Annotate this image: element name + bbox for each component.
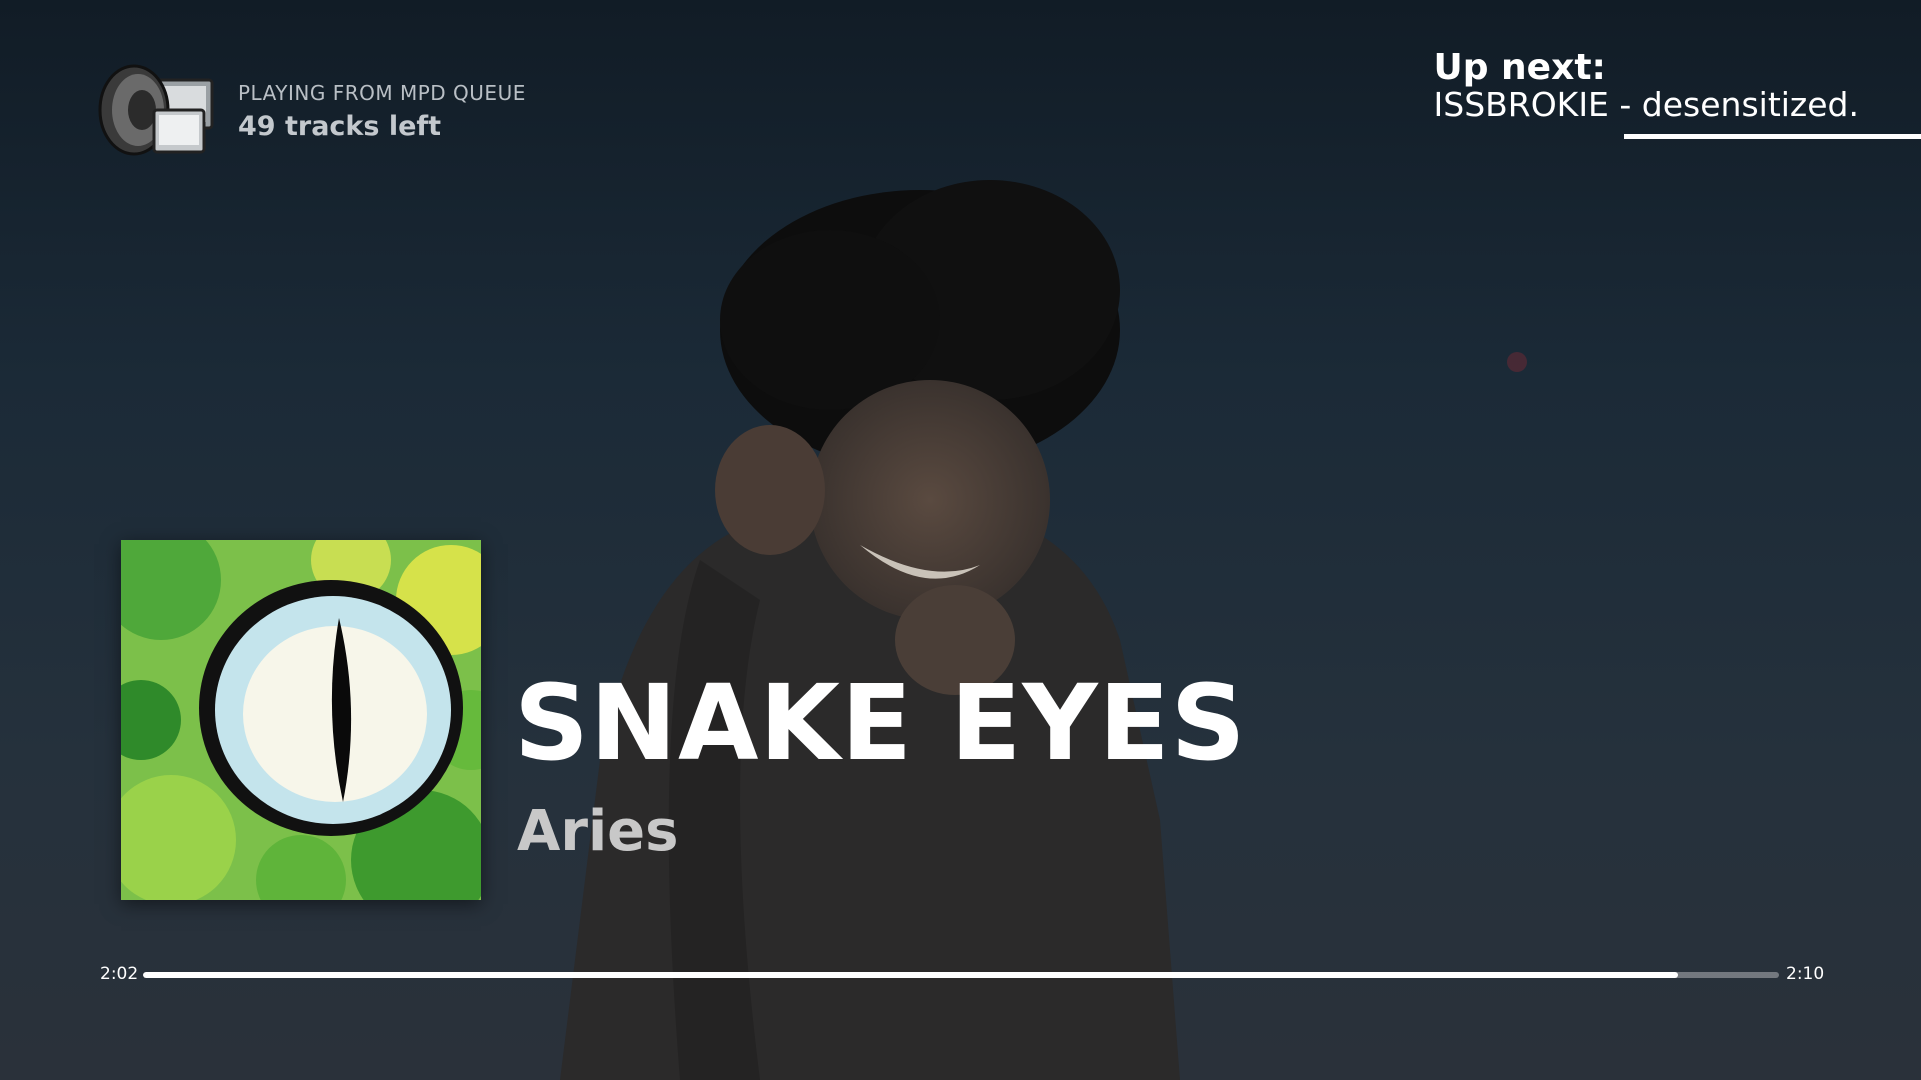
up-next-underline xyxy=(1624,134,1921,139)
song-artist: Aries xyxy=(517,799,679,864)
speaker-monitor-icon xyxy=(98,62,216,160)
album-art xyxy=(121,540,481,900)
up-next-track: ISSBROKIE - desensitized. xyxy=(1433,85,1859,124)
reptile-eye-artwork-icon xyxy=(121,540,481,900)
source-label: PLAYING FROM MPD QUEUE xyxy=(238,80,526,105)
total-duration: 2:10 xyxy=(1786,964,1825,984)
song-title: SNAKE EYES xyxy=(514,662,1247,784)
progress-fill xyxy=(143,972,1678,978)
up-next-label: Up next: xyxy=(1433,47,1606,88)
elapsed-time: 2:02 xyxy=(100,964,139,984)
playback-source: PLAYING FROM MPD QUEUE 49 tracks left xyxy=(98,62,526,160)
progress-bar[interactable] xyxy=(143,972,1779,978)
now-playing-screen: PLAYING FROM MPD QUEUE 49 tracks left Up… xyxy=(0,0,1921,1080)
up-next-panel: Up next: ISSBROKIE - desensitized. xyxy=(1434,50,1859,124)
tracks-left-count: 49 tracks left xyxy=(238,110,442,142)
